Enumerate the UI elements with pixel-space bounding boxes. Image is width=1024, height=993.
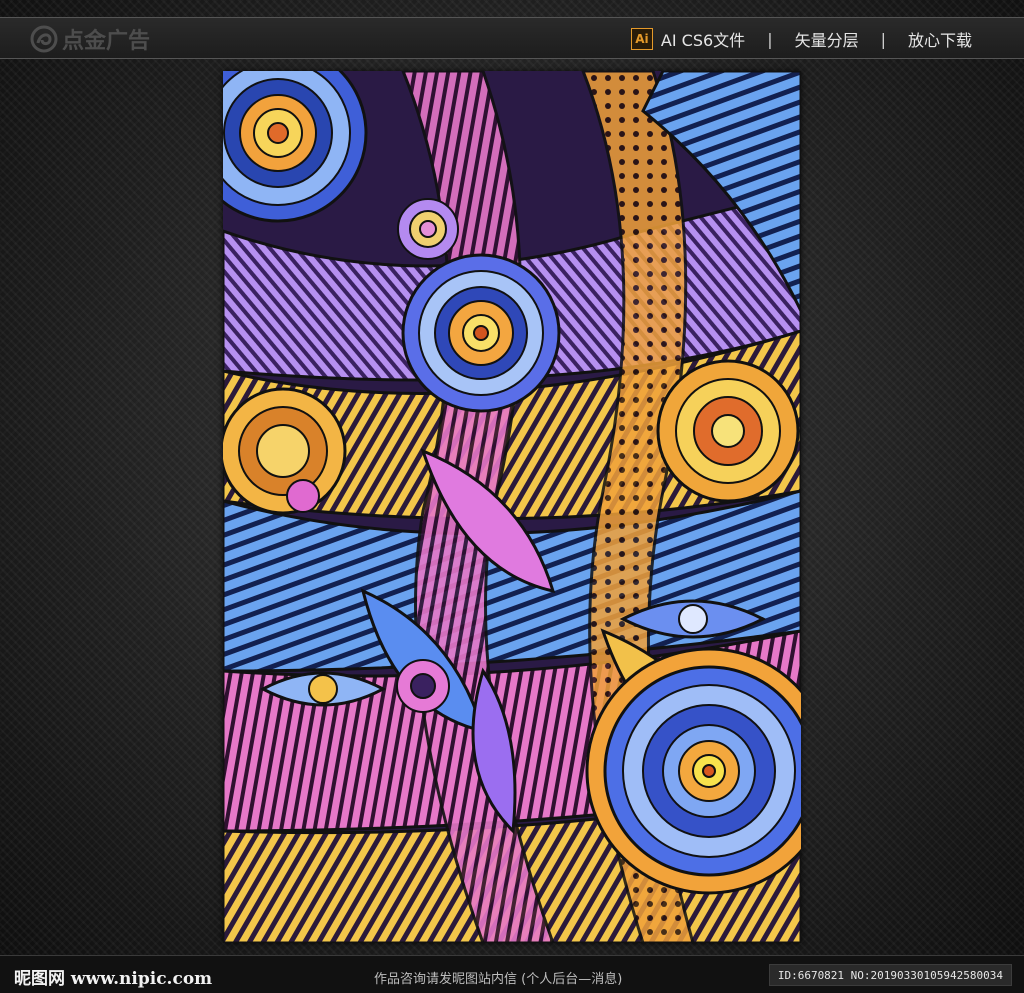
tribal-pattern-illustration — [223, 71, 801, 943]
top-banner: 点金广告 Ai AI CS6文件 | 矢量分层 | 放心下载 — [0, 17, 1024, 59]
contact-notice: 作品咨询请发昵图站内信 (个人后台—消息) — [374, 972, 623, 987]
brand-logo-text: 点金广告 — [62, 29, 151, 54]
pattern-artwork-image — [223, 71, 801, 943]
swirl-logo-icon — [30, 25, 58, 53]
separator: | — [767, 29, 773, 49]
image-id-badge: ID:6670821 NO:20190330105942580034 — [768, 964, 1012, 986]
feature-layers-label: 矢量分层 — [794, 31, 859, 50]
file-format-label: AI CS6文件 — [660, 31, 746, 50]
brand-logo[interactable]: 点金广告 — [30, 24, 150, 54]
feature-download-label: 放心下载 — [907, 31, 972, 50]
nipic-site-logo[interactable]: 昵图网 www.nipic.com — [14, 964, 212, 989]
adobe-illustrator-icon: Ai — [630, 28, 653, 50]
file-info: Ai AI CS6文件 | 矢量分层 | 放心下载 — [630, 26, 972, 52]
separator: | — [880, 29, 886, 49]
footer-bar: 昵图网 www.nipic.com 作品咨询请发昵图站内信 (个人后台—消息) … — [0, 955, 1024, 993]
